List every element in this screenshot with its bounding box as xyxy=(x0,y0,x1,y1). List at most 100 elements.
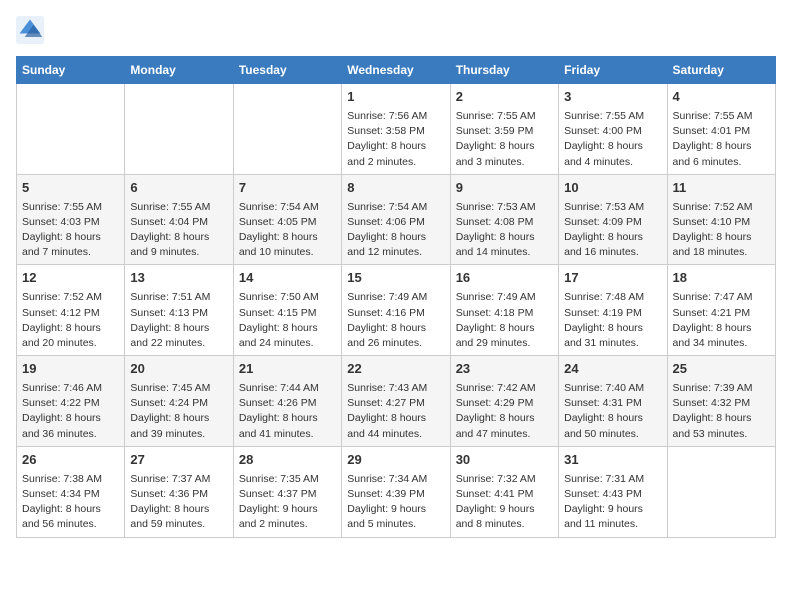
day-content-line: Sunset: 4:24 PM xyxy=(130,396,227,411)
day-content-line: Sunrise: 7:51 AM xyxy=(130,290,227,305)
day-content-line: Sunset: 4:21 PM xyxy=(673,306,770,321)
day-content-line: Sunrise: 7:48 AM xyxy=(564,290,661,305)
day-content-line: Sunset: 4:27 PM xyxy=(347,396,444,411)
day-content-line: Daylight: 8 hours xyxy=(239,230,336,245)
day-content-line: Daylight: 8 hours xyxy=(22,411,119,426)
day-content-line: Sunset: 4:16 PM xyxy=(347,306,444,321)
calendar-cell: 25Sunrise: 7:39 AMSunset: 4:32 PMDayligh… xyxy=(667,356,775,447)
day-header-sunday: Sunday xyxy=(17,57,125,84)
day-number: 12 xyxy=(22,269,119,288)
day-content-line: Daylight: 8 hours xyxy=(22,230,119,245)
day-content-line: Daylight: 8 hours xyxy=(564,230,661,245)
calendar-cell: 24Sunrise: 7:40 AMSunset: 4:31 PMDayligh… xyxy=(559,356,667,447)
calendar-cell: 9Sunrise: 7:53 AMSunset: 4:08 PMDaylight… xyxy=(450,174,558,265)
calendar-cell: 7Sunrise: 7:54 AMSunset: 4:05 PMDaylight… xyxy=(233,174,341,265)
day-content-line: Sunrise: 7:55 AM xyxy=(456,109,553,124)
day-number: 3 xyxy=(564,88,661,107)
day-content-line: Sunset: 4:13 PM xyxy=(130,306,227,321)
day-content-line: and 8 minutes. xyxy=(456,517,553,532)
day-content-line: Daylight: 9 hours xyxy=(347,502,444,517)
day-content-line: Sunset: 4:32 PM xyxy=(673,396,770,411)
day-content-line: Daylight: 8 hours xyxy=(456,411,553,426)
calendar-cell: 14Sunrise: 7:50 AMSunset: 4:15 PMDayligh… xyxy=(233,265,341,356)
day-content-line: and 22 minutes. xyxy=(130,336,227,351)
day-content-line: and 50 minutes. xyxy=(564,427,661,442)
calendar-cell: 30Sunrise: 7:32 AMSunset: 4:41 PMDayligh… xyxy=(450,446,558,537)
calendar-cell: 1Sunrise: 7:56 AMSunset: 3:58 PMDaylight… xyxy=(342,84,450,175)
day-content-line: Sunrise: 7:31 AM xyxy=(564,472,661,487)
day-content-line: Sunset: 4:19 PM xyxy=(564,306,661,321)
day-content-line: Sunset: 3:58 PM xyxy=(347,124,444,139)
day-content-line: Sunset: 4:41 PM xyxy=(456,487,553,502)
day-content-line: Daylight: 8 hours xyxy=(347,411,444,426)
day-content-line: and 26 minutes. xyxy=(347,336,444,351)
day-content-line: and 2 minutes. xyxy=(239,517,336,532)
day-content-line: and 44 minutes. xyxy=(347,427,444,442)
calendar-week-row: 26Sunrise: 7:38 AMSunset: 4:34 PMDayligh… xyxy=(17,446,776,537)
day-number: 31 xyxy=(564,451,661,470)
day-number: 17 xyxy=(564,269,661,288)
calendar-cell: 2Sunrise: 7:55 AMSunset: 3:59 PMDaylight… xyxy=(450,84,558,175)
day-content-line: Sunrise: 7:42 AM xyxy=(456,381,553,396)
calendar-cell: 6Sunrise: 7:55 AMSunset: 4:04 PMDaylight… xyxy=(125,174,233,265)
calendar-cell: 15Sunrise: 7:49 AMSunset: 4:16 PMDayligh… xyxy=(342,265,450,356)
calendar-cell: 4Sunrise: 7:55 AMSunset: 4:01 PMDaylight… xyxy=(667,84,775,175)
day-content-line: Sunset: 4:04 PM xyxy=(130,215,227,230)
day-content-line: Sunrise: 7:49 AM xyxy=(347,290,444,305)
day-content-line: Daylight: 8 hours xyxy=(564,411,661,426)
day-number: 1 xyxy=(347,88,444,107)
day-content-line: Daylight: 8 hours xyxy=(22,502,119,517)
day-content-line: and 16 minutes. xyxy=(564,245,661,260)
calendar-cell: 11Sunrise: 7:52 AMSunset: 4:10 PMDayligh… xyxy=(667,174,775,265)
day-content-line: and 39 minutes. xyxy=(130,427,227,442)
day-content-line: Sunrise: 7:32 AM xyxy=(456,472,553,487)
day-number: 4 xyxy=(673,88,770,107)
day-content-line: Sunrise: 7:49 AM xyxy=(456,290,553,305)
day-content-line: Daylight: 8 hours xyxy=(239,411,336,426)
day-content-line: and 20 minutes. xyxy=(22,336,119,351)
calendar-cell xyxy=(17,84,125,175)
day-number: 9 xyxy=(456,179,553,198)
day-header-tuesday: Tuesday xyxy=(233,57,341,84)
day-content-line: Sunset: 3:59 PM xyxy=(456,124,553,139)
day-content-line: Sunrise: 7:44 AM xyxy=(239,381,336,396)
day-content-line: Daylight: 8 hours xyxy=(239,321,336,336)
day-content-line: Sunrise: 7:55 AM xyxy=(564,109,661,124)
day-content-line: Sunrise: 7:55 AM xyxy=(22,200,119,215)
day-content-line: and 5 minutes. xyxy=(347,517,444,532)
day-content-line: and 7 minutes. xyxy=(22,245,119,260)
day-header-monday: Monday xyxy=(125,57,233,84)
day-content-line: Daylight: 9 hours xyxy=(239,502,336,517)
day-content-line: and 14 minutes. xyxy=(456,245,553,260)
day-content-line: Daylight: 8 hours xyxy=(564,321,661,336)
day-content-line: and 10 minutes. xyxy=(239,245,336,260)
day-content-line: Sunset: 4:22 PM xyxy=(22,396,119,411)
day-content-line: and 47 minutes. xyxy=(456,427,553,442)
day-content-line: Daylight: 8 hours xyxy=(22,321,119,336)
day-content-line: Sunrise: 7:50 AM xyxy=(239,290,336,305)
day-content-line: and 31 minutes. xyxy=(564,336,661,351)
day-content-line: Sunrise: 7:39 AM xyxy=(673,381,770,396)
calendar-week-row: 19Sunrise: 7:46 AMSunset: 4:22 PMDayligh… xyxy=(17,356,776,447)
calendar-cell xyxy=(667,446,775,537)
day-content-line: Sunrise: 7:56 AM xyxy=(347,109,444,124)
calendar-cell: 31Sunrise: 7:31 AMSunset: 4:43 PMDayligh… xyxy=(559,446,667,537)
day-content-line: Sunset: 4:03 PM xyxy=(22,215,119,230)
calendar-week-row: 12Sunrise: 7:52 AMSunset: 4:12 PMDayligh… xyxy=(17,265,776,356)
day-content-line: Sunset: 4:15 PM xyxy=(239,306,336,321)
day-content-line: Daylight: 8 hours xyxy=(130,502,227,517)
day-content-line: Sunset: 4:00 PM xyxy=(564,124,661,139)
day-content-line: Sunset: 4:43 PM xyxy=(564,487,661,502)
day-number: 16 xyxy=(456,269,553,288)
day-content-line: Sunrise: 7:47 AM xyxy=(673,290,770,305)
calendar-cell: 18Sunrise: 7:47 AMSunset: 4:21 PMDayligh… xyxy=(667,265,775,356)
day-number: 30 xyxy=(456,451,553,470)
day-number: 2 xyxy=(456,88,553,107)
day-content-line: and 53 minutes. xyxy=(673,427,770,442)
day-content-line: Sunrise: 7:52 AM xyxy=(22,290,119,305)
day-content-line: Sunrise: 7:38 AM xyxy=(22,472,119,487)
day-content-line: and 6 minutes. xyxy=(673,155,770,170)
day-number: 7 xyxy=(239,179,336,198)
day-content-line: Sunrise: 7:35 AM xyxy=(239,472,336,487)
day-content-line: Daylight: 8 hours xyxy=(130,321,227,336)
